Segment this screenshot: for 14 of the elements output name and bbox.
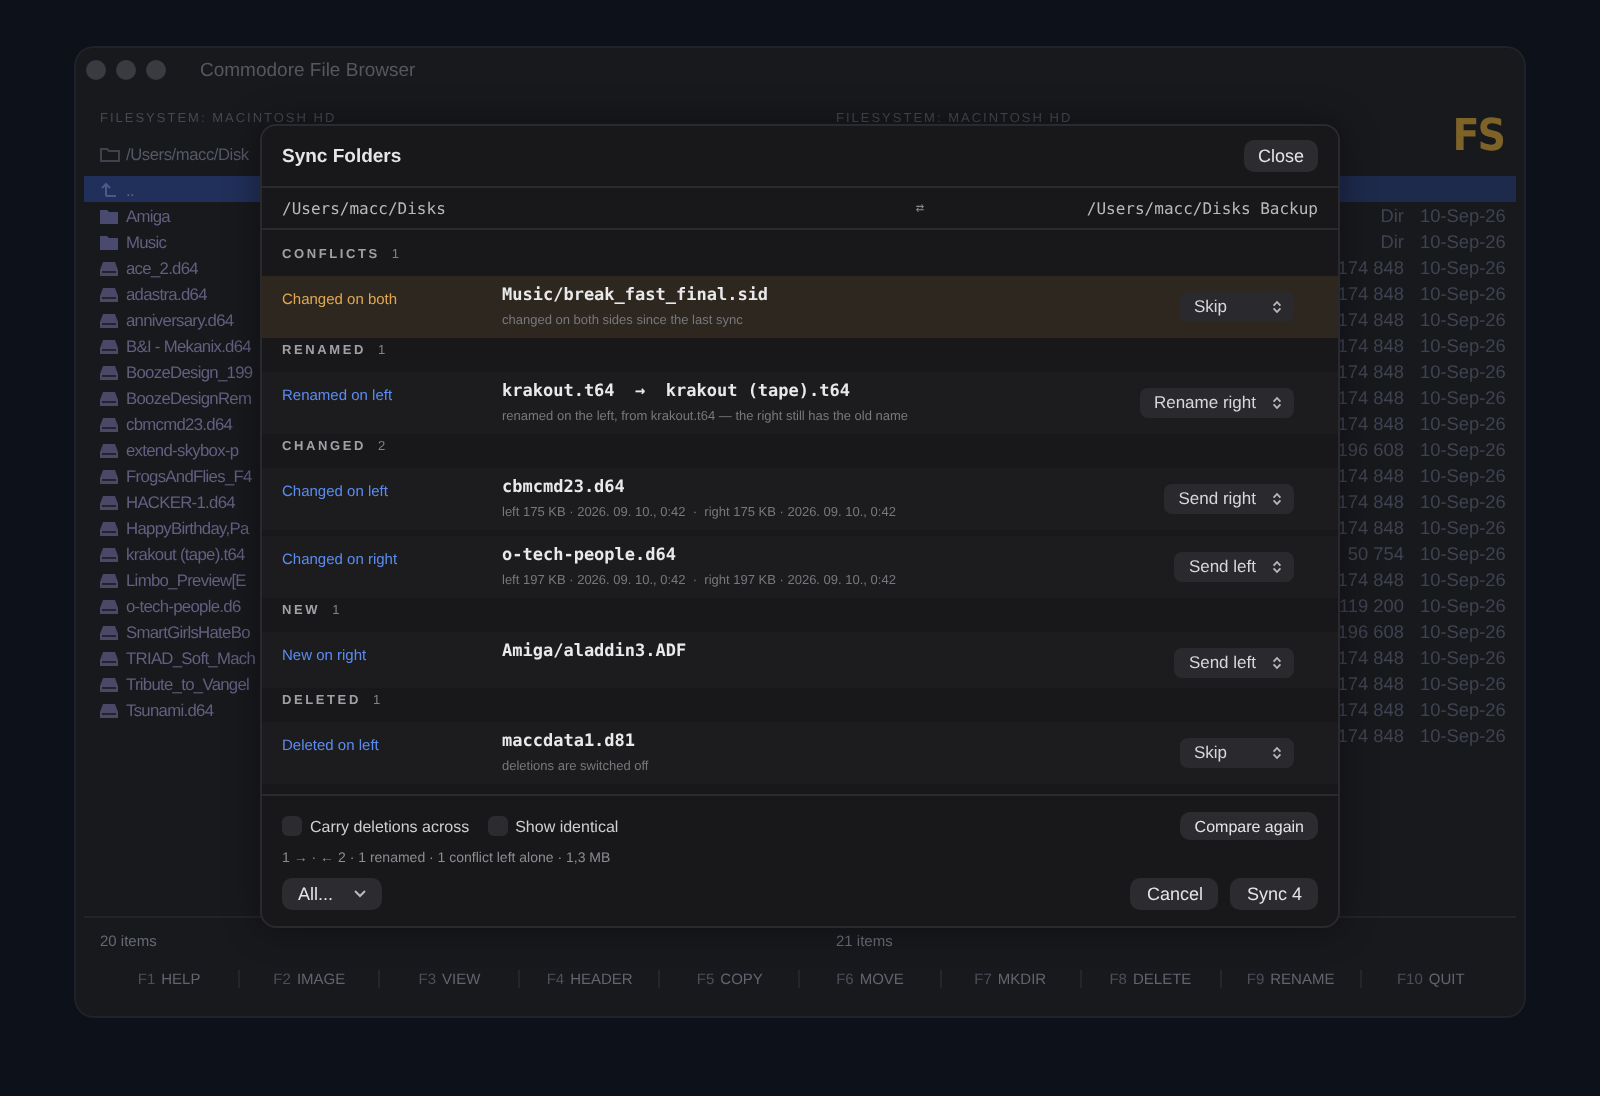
file-name: krakout.t64 → krakout (tape).t64	[502, 382, 852, 402]
checkbox-label: Show identical	[515, 817, 619, 835]
dialog-title: Sync Folders	[282, 145, 402, 167]
file-name: maccdata1.d81	[502, 732, 638, 752]
right-path: /Users/macc/Disks Backup	[1084, 199, 1318, 217]
file-name: Amiga/aladdin3.ADF	[502, 642, 689, 662]
checkbox-label: Carry deletions across	[310, 817, 470, 835]
file-name: o-tech-people.d64	[502, 546, 678, 566]
file-name: Music/break_fast_final.sid	[502, 286, 771, 306]
logo: FS	[1452, 112, 1504, 162]
path-label: /Users/macc/Disk	[126, 144, 249, 164]
window-title: Commodore File Browser	[200, 59, 416, 81]
file-name: cbmcmd23.d64	[502, 478, 627, 498]
left-path: /Users/macc/Disks	[282, 199, 448, 217]
